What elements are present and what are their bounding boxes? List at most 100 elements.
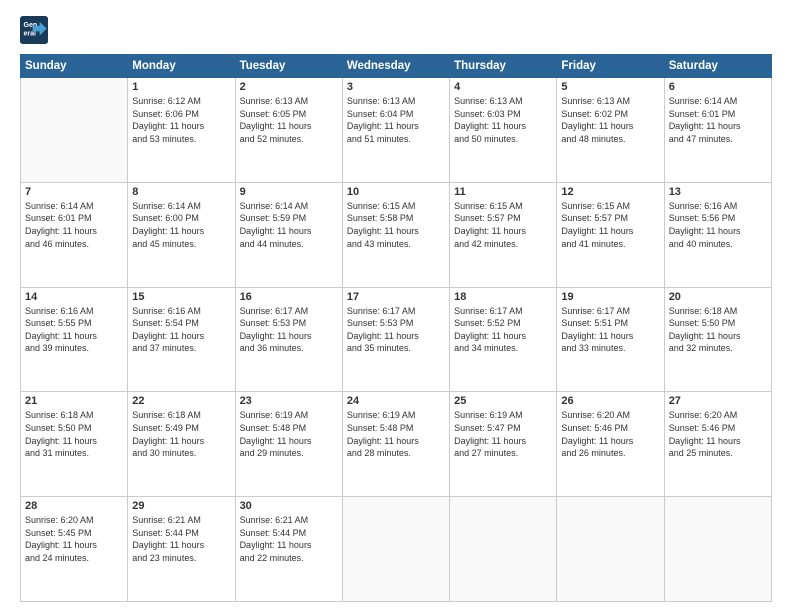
day-info: Sunrise: 6:17 AM Sunset: 5:53 PM Dayligh… [240,305,338,355]
day-number: 3 [347,81,445,93]
day-number: 16 [240,291,338,303]
calendar-cell: 26 Sunrise: 6:20 AM Sunset: 5:46 PM Dayli… [557,392,664,497]
calendar-cell: 23Sunrise: 6:19 AM Sunset: 5:48 PM Dayli… [235,392,342,497]
day-number: 7 [25,186,123,198]
calendar-cell: 1Sunrise: 6:12 AM Sunset: 6:06 PM Daylig… [128,78,235,183]
day-info: Sunrise: 6:15 AM Sunset: 5:57 PM Dayligh… [561,200,659,250]
day-info: Sunrise: 6:14 AM Sunset: 6:00 PM Dayligh… [132,200,230,250]
calendar-week-row: 28 Sunrise: 6:20 AM Sunset: 5:45 PM Dayli… [21,497,772,602]
day-info: Sunrise: 6:17 AM Sunset: 5:53 PM Dayligh… [347,305,445,355]
calendar-cell: 28 Sunrise: 6:20 AM Sunset: 5:45 PM Dayli… [21,497,128,602]
calendar-cell: 17 Sunrise: 6:17 AM Sunset: 5:53 PM Dayli… [342,287,449,392]
svg-text:eral: eral [24,31,37,38]
calendar-cell: 12 Sunrise: 6:15 AM Sunset: 5:57 PM Dayli… [557,182,664,287]
day-info: Sunrise: 6:20 AM Sunset: 5:45 PM Dayligh… [25,514,123,564]
calendar-cell: 30Sunrise: 6:21 AM Sunset: 5:44 PM Dayli… [235,497,342,602]
day-info: Sunrise: 6:16 AM Sunset: 5:55 PM Dayligh… [25,305,123,355]
day-info: Sunrise: 6:16 AM Sunset: 5:56 PM Dayligh… [669,200,767,250]
day-number: 29 [132,500,230,512]
day-number: 11 [454,186,552,198]
day-info: Sunrise: 6:13 AM Sunset: 6:04 PM Dayligh… [347,95,445,145]
day-info: Sunrise: 6:12 AM Sunset: 6:06 PM Dayligh… [132,95,230,145]
day-info: Sunrise: 6:20 AM Sunset: 5:46 PM Dayligh… [669,409,767,459]
day-number: 28 [25,500,123,512]
calendar-cell: 4 Sunrise: 6:13 AM Sunset: 6:03 PM Daylig… [450,78,557,183]
day-number: 26 [561,395,659,407]
day-info: Sunrise: 6:19 AM Sunset: 5:48 PM Dayligh… [347,409,445,459]
day-info: Sunrise: 6:13 AM Sunset: 6:02 PM Dayligh… [561,95,659,145]
calendar-cell: 21 Sunrise: 6:18 AM Sunset: 5:50 PM Dayli… [21,392,128,497]
day-info: Sunrise: 6:13 AM Sunset: 6:05 PM Dayligh… [240,95,338,145]
day-number: 24 [347,395,445,407]
calendar-cell: 3 Sunrise: 6:13 AM Sunset: 6:04 PM Daylig… [342,78,449,183]
weekday-header: Tuesday [235,55,342,78]
day-info: Sunrise: 6:13 AM Sunset: 6:03 PM Dayligh… [454,95,552,145]
calendar-cell: 16 Sunrise: 6:17 AM Sunset: 5:53 PM Dayli… [235,287,342,392]
day-number: 9 [240,186,338,198]
calendar-cell [664,497,771,602]
calendar-cell [21,78,128,183]
calendar-cell: 6Sunrise: 6:14 AM Sunset: 6:01 PM Daylig… [664,78,771,183]
calendar-cell: 7 Sunrise: 6:14 AM Sunset: 6:01 PM Daylig… [21,182,128,287]
calendar-cell: 2 Sunrise: 6:13 AM Sunset: 6:05 PM Daylig… [235,78,342,183]
day-number: 18 [454,291,552,303]
calendar-table: SundayMondayTuesdayWednesdayThursdayFrid… [20,54,772,602]
day-info: Sunrise: 6:16 AM Sunset: 5:54 PM Dayligh… [132,305,230,355]
day-number: 8 [132,186,230,198]
day-info: Sunrise: 6:18 AM Sunset: 5:50 PM Dayligh… [669,305,767,355]
day-number: 23 [240,395,338,407]
calendar-cell: 14 Sunrise: 6:16 AM Sunset: 5:55 PM Dayli… [21,287,128,392]
weekday-header: Sunday [21,55,128,78]
weekday-header: Monday [128,55,235,78]
day-info: Sunrise: 6:21 AM Sunset: 5:44 PM Dayligh… [240,514,338,564]
calendar-cell: 24 Sunrise: 6:19 AM Sunset: 5:48 PM Dayli… [342,392,449,497]
calendar-cell: 20 Sunrise: 6:18 AM Sunset: 5:50 PM Dayli… [664,287,771,392]
calendar-week-row: 7 Sunrise: 6:14 AM Sunset: 6:01 PM Daylig… [21,182,772,287]
day-number: 21 [25,395,123,407]
page: Gen eral SundayMondayTuesdayWednesdayThu… [0,0,792,612]
logo: Gen eral [20,16,50,44]
weekday-header: Saturday [664,55,771,78]
calendar-week-row: 14 Sunrise: 6:16 AM Sunset: 5:55 PM Dayli… [21,287,772,392]
calendar-cell: 22 Sunrise: 6:18 AM Sunset: 5:49 PM Dayli… [128,392,235,497]
day-info: Sunrise: 6:18 AM Sunset: 5:50 PM Dayligh… [25,409,123,459]
day-number: 27 [669,395,767,407]
day-number: 17 [347,291,445,303]
day-number: 25 [454,395,552,407]
day-number: 10 [347,186,445,198]
day-info: Sunrise: 6:17 AM Sunset: 5:52 PM Dayligh… [454,305,552,355]
calendar-cell: 13 Sunrise: 6:16 AM Sunset: 5:56 PM Dayli… [664,182,771,287]
header: Gen eral [20,16,772,44]
day-number: 4 [454,81,552,93]
calendar-cell: 5 Sunrise: 6:13 AM Sunset: 6:02 PM Daylig… [557,78,664,183]
calendar-cell: 8 Sunrise: 6:14 AM Sunset: 6:00 PM Daylig… [128,182,235,287]
calendar-cell: 15Sunrise: 6:16 AM Sunset: 5:54 PM Dayli… [128,287,235,392]
day-info: Sunrise: 6:21 AM Sunset: 5:44 PM Dayligh… [132,514,230,564]
day-info: Sunrise: 6:18 AM Sunset: 5:49 PM Dayligh… [132,409,230,459]
day-info: Sunrise: 6:15 AM Sunset: 5:58 PM Dayligh… [347,200,445,250]
day-info: Sunrise: 6:14 AM Sunset: 6:01 PM Dayligh… [25,200,123,250]
calendar-cell: 9 Sunrise: 6:14 AM Sunset: 5:59 PM Daylig… [235,182,342,287]
calendar-cell: 25 Sunrise: 6:19 AM Sunset: 5:47 PM Dayli… [450,392,557,497]
day-number: 13 [669,186,767,198]
day-number: 12 [561,186,659,198]
day-number: 6 [669,81,767,93]
day-number: 2 [240,81,338,93]
day-number: 19 [561,291,659,303]
calendar-cell: 29 Sunrise: 6:21 AM Sunset: 5:44 PM Dayli… [128,497,235,602]
day-info: Sunrise: 6:20 AM Sunset: 5:46 PM Dayligh… [561,409,659,459]
day-number: 22 [132,395,230,407]
calendar-cell: 11 Sunrise: 6:15 AM Sunset: 5:57 PM Dayli… [450,182,557,287]
weekday-header: Friday [557,55,664,78]
day-info: Sunrise: 6:19 AM Sunset: 5:47 PM Dayligh… [454,409,552,459]
day-number: 20 [669,291,767,303]
day-info: Sunrise: 6:14 AM Sunset: 5:59 PM Dayligh… [240,200,338,250]
day-info: Sunrise: 6:17 AM Sunset: 5:51 PM Dayligh… [561,305,659,355]
weekday-header: Thursday [450,55,557,78]
day-number: 5 [561,81,659,93]
day-number: 14 [25,291,123,303]
calendar-cell [342,497,449,602]
day-info: Sunrise: 6:15 AM Sunset: 5:57 PM Dayligh… [454,200,552,250]
logo-icon: Gen eral [20,16,48,44]
calendar-cell: 19 Sunrise: 6:17 AM Sunset: 5:51 PM Dayli… [557,287,664,392]
